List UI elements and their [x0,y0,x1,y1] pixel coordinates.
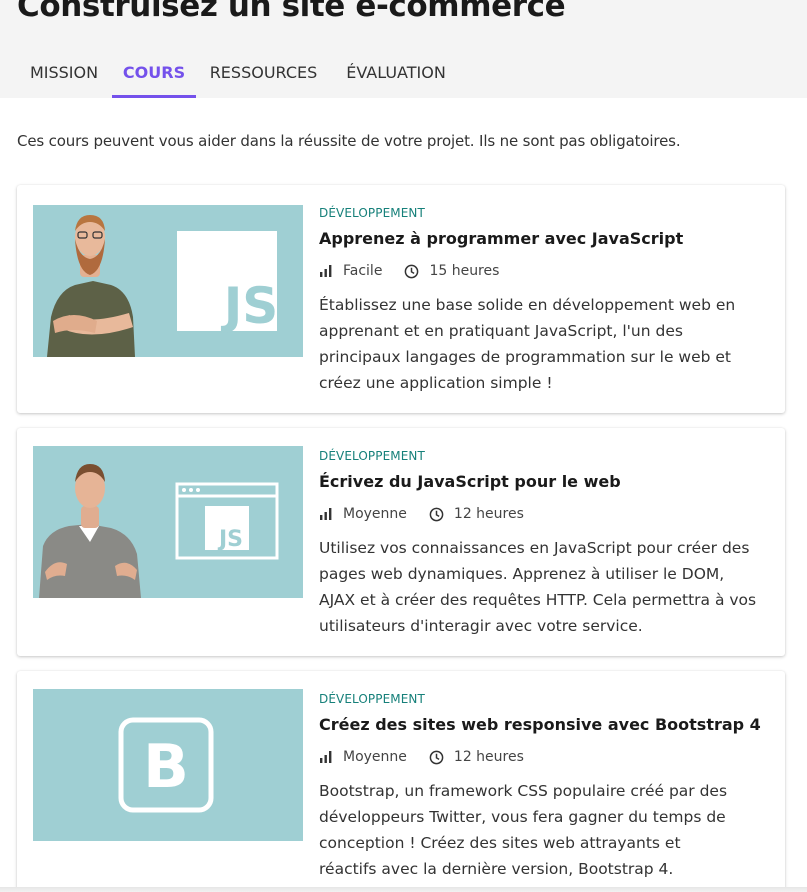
difficulty-label: Moyenne [343,506,407,522]
javascript-logo-icon: JS [177,231,278,335]
course-title[interactable]: Apprenez à programmer avec JavaScript [319,228,779,250]
description-line: Bootstrap, un framework CSS populaire cr… [319,782,728,800]
duration: 15 heures [404,263,499,279]
thumb-js-label: JS [221,277,279,335]
difficulty: Moyenne [319,506,407,522]
duration-label: 15 heures [429,263,500,279]
duration-label: 12 heures [453,749,524,765]
signal-bars-icon [320,751,332,763]
course-category: DÉVELOPPEMENT [319,692,425,706]
course-thumbnail: JS [33,446,303,598]
page-title: Construisez un site e-commerce [17,0,566,24]
course-header: Construisez un site e-commerce MISSION C… [0,0,807,98]
clock-icon [429,507,444,521]
description-line: AJAX et à créer des requêtes HTTP. Cela … [319,591,757,609]
course-meta: Facile 15 heures [319,262,779,280]
course-category: DÉVELOPPEMENT [319,206,425,220]
difficulty-label: Facile [343,263,383,279]
course-title[interactable]: Créez des sites web responsive avec Boot… [319,714,779,736]
course-details: DÉVELOPPEMENT Écrivez du JavaScript pour… [319,448,779,639]
signal-bars-icon [320,265,332,277]
duration-label: 12 heures [453,506,524,522]
course-description: Utilisez vos connaissances en JavaScript… [319,535,774,639]
description-line: utilisateurs d'interagir avec votre serv… [319,617,643,635]
course-details: DÉVELOPPEMENT Apprenez à programmer avec… [319,205,779,396]
course-meta: Moyenne 12 heures [319,748,779,766]
tab-ressources[interactable]: RESSOURCES [196,54,331,98]
course-meta: Moyenne 12 heures [319,505,779,523]
difficulty: Moyenne [319,749,407,765]
course-description: Bootstrap, un framework CSS populaire cr… [319,778,774,882]
tab-cours[interactable]: COURS [112,54,196,98]
description-line: Établissez une base solide en développem… [319,296,736,314]
course-card[interactable]: B DÉVELOPPEMENT Créez des sites web resp… [17,671,785,892]
description-line: principaux langages de programmation sur… [319,348,732,366]
course-category: DÉVELOPPEMENT [319,449,425,463]
thumb-bootstrap-label: B [143,732,189,802]
description-line: apprenant et en pratiquant JavaScript, l… [319,322,683,340]
clock-icon [405,264,419,278]
duration: 12 heures [429,749,524,765]
page-bottom-edge [0,887,807,892]
course-card[interactable]: JS DÉVELOPPEMENT Écrivez du JavaScript p… [17,428,785,656]
description-line: réactifs avec la dernière version, Boots… [319,860,674,878]
description-line: pages web dynamiques. Apprenez à utilise… [319,565,725,583]
course-thumbnail: B [33,689,303,841]
course-thumbnail: JS [33,205,303,357]
course-title[interactable]: Écrivez du JavaScript pour le web [319,471,779,493]
description-line: Utilisez vos connaissances en JavaScript… [319,539,750,557]
signal-bars-icon [320,508,332,520]
clock-icon [429,750,444,764]
description-line: développeurs Twitter, vous fera gagner d… [319,808,726,826]
description-line: créez une application simple ! [319,374,553,392]
tab-mission[interactable]: MISSION [17,54,111,98]
course-card[interactable]: JS DÉVELOPPEMENT Apprenez à programmer a… [17,185,785,413]
tab-bar: MISSION COURS RESSOURCES ÉVALUATION [0,54,807,98]
duration: 12 heures [429,506,524,522]
course-description: Établissez une base solide en développem… [319,292,774,396]
intro-text: Ces cours peuvent vous aider dans la réu… [17,132,681,150]
tab-evaluation[interactable]: ÉVALUATION [331,54,461,98]
description-line: conception ! Créez des sites web attraya… [319,834,681,852]
difficulty-label: Moyenne [343,749,407,765]
difficulty: Facile [319,263,382,279]
course-details: DÉVELOPPEMENT Créez des sites web respon… [319,691,779,882]
thumb-js-label: JS [217,527,243,552]
